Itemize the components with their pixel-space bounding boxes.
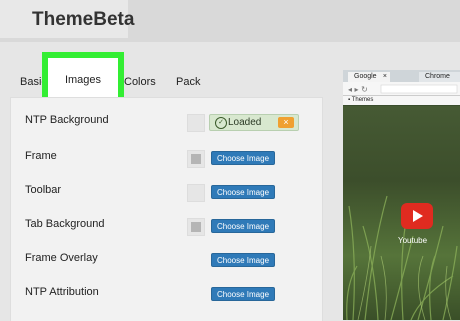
choose-image-button[interactable]: Choose Image [211, 219, 275, 233]
logo-box: ThemeBeta [0, 0, 134, 38]
swatch-fill [191, 154, 201, 164]
check-circle-icon: ✓ [215, 117, 227, 129]
preview-bookmark-bar: ▪ Themes [343, 96, 460, 105]
youtube-icon [401, 203, 433, 229]
row-label: Frame Overlay [25, 252, 98, 264]
loaded-status: ✓ Loaded × [209, 114, 299, 131]
image-preview-swatch [187, 150, 205, 168]
preview-tab-label: Google [354, 73, 377, 80]
remove-image-button[interactable]: × [278, 117, 294, 128]
tab-colors[interactable]: Colors [124, 76, 156, 88]
row-ntp-attribution: NTP Attribution Choose Image [25, 286, 325, 304]
tab-pack[interactable]: Pack [176, 76, 200, 88]
row-frame-overlay: Frame Overlay Choose Image [25, 252, 325, 270]
top-bar: ThemeBeta [0, 0, 460, 42]
youtube-shortcut-label: Youtube [398, 236, 428, 245]
choose-image-button[interactable]: Choose Image [211, 151, 275, 165]
row-frame: Frame Choose Image [25, 150, 325, 168]
app-logo[interactable]: ThemeBeta [32, 9, 134, 31]
row-label: NTP Attribution [25, 286, 99, 298]
close-icon: × [382, 73, 387, 80]
row-ntp-background: NTP Background ✓ Loaded × [25, 114, 325, 132]
row-tab-background: Tab Background Choose Image [25, 218, 325, 236]
choose-image-button[interactable]: Choose Image [211, 185, 275, 199]
preview-tab-google: Google × [348, 72, 390, 82]
image-preview-swatch [187, 218, 205, 236]
image-preview-swatch [187, 114, 205, 132]
row-toolbar: Toolbar Choose Image [25, 184, 325, 202]
row-label: NTP Background [25, 114, 109, 126]
theme-preview: Google × Chrome ◂ ▸ ↻ ▪ Themes Youtube [343, 70, 460, 320]
image-preview-swatch [187, 184, 205, 202]
folder-icon: ▪ [348, 97, 351, 103]
bookmark-label: Themes [351, 97, 374, 103]
row-label: Tab Background [25, 218, 105, 230]
preview-toolbar: ◂ ▸ ↻ [343, 82, 460, 96]
row-label: Toolbar [25, 184, 62, 196]
images-panel: NTP Background ✓ Loaded × Frame Choose I… [10, 97, 323, 321]
preview-tab-chrome: Chrome [419, 72, 460, 82]
row-label: Frame [25, 150, 57, 162]
tab-images[interactable]: Images [48, 58, 118, 102]
loaded-text: Loaded [228, 117, 262, 128]
choose-image-button[interactable]: Choose Image [211, 287, 275, 301]
nav-icons: ◂ ▸ ↻ [348, 84, 458, 94]
choose-image-button[interactable]: Choose Image [211, 253, 275, 267]
svg-text:◂ ▸ ↻: ◂ ▸ ↻ [348, 85, 368, 94]
swatch-fill [191, 222, 201, 232]
